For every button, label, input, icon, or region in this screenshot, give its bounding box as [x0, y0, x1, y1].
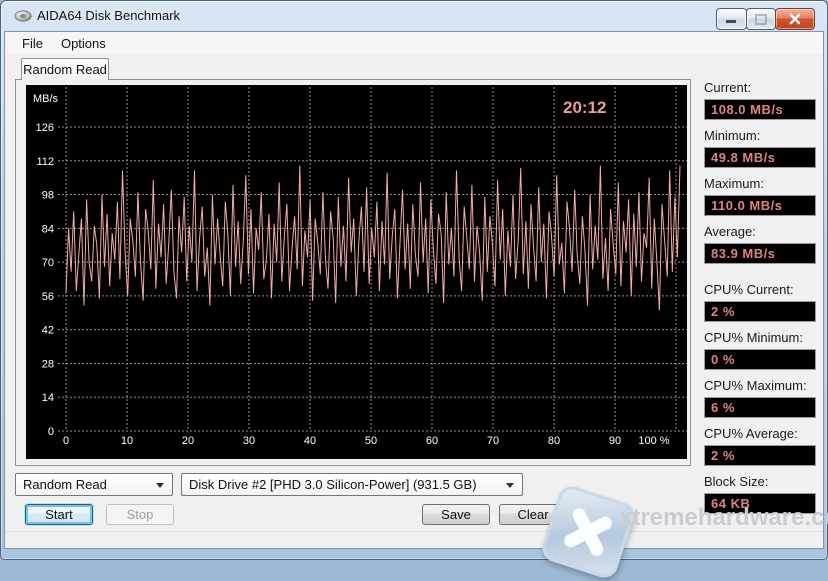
app-icon	[14, 10, 32, 22]
stat-group: Minimum: 49.8 MB/s	[704, 128, 816, 168]
tab-random-read[interactable]: Random Read	[21, 58, 109, 80]
stop-button: Stop	[106, 504, 174, 525]
stat-label: CPU% Minimum:	[704, 330, 803, 345]
stat-label: Minimum:	[704, 128, 761, 143]
maximize-icon	[755, 14, 767, 25]
svg-text:28: 28	[42, 358, 54, 370]
stat-value: 6 %	[704, 397, 816, 418]
stat-label: CPU% Current:	[704, 282, 794, 297]
stat-group: CPU% Average: 2 %	[704, 426, 816, 466]
window-title: AIDA64 Disk Benchmark	[37, 8, 181, 23]
close-icon	[789, 13, 801, 25]
svg-text:60: 60	[426, 435, 438, 447]
stat-group: Maximum: 110.0 MB/s	[704, 176, 816, 216]
stat-value: 83.9 MB/s	[704, 243, 816, 264]
test-type-value: Random Read	[23, 477, 107, 492]
menu-item-options[interactable]: Options	[52, 34, 115, 53]
app-window: AIDA64 Disk Benchmark File Options Random…	[0, 0, 828, 581]
stat-group: CPU% Minimum: 0 %	[704, 330, 816, 370]
watermark-text: xtremehardware.com	[619, 504, 828, 531]
disk-drive-value: Disk Drive #2 [PHD 3.0 Silicon-Power] (9…	[189, 477, 477, 492]
stat-value: 2 %	[704, 301, 816, 322]
chart-svg: 0 14 28 42 56 70 84 98 112 126 0 10 20 30 40 50 60 70 80 90…	[33, 87, 687, 447]
svg-text:126: 126	[36, 122, 54, 134]
svg-text:80: 80	[548, 435, 560, 447]
stat-group: Average: 83.9 MB/s	[704, 224, 816, 264]
chevron-down-icon	[506, 483, 514, 488]
minimize-button[interactable]	[716, 8, 747, 30]
svg-text:70: 70	[42, 257, 54, 269]
svg-text:20:12: 20:12	[563, 98, 606, 117]
stat-value: 108.0 MB/s	[704, 99, 816, 120]
stat-label: Maximum:	[704, 176, 764, 191]
svg-text:112: 112	[36, 156, 54, 168]
benchmark-chart: 0 14 28 42 56 70 84 98 112 126 0 10 20 30 40 50 60 70 80 90…	[26, 85, 687, 459]
svg-text:56: 56	[42, 291, 54, 303]
close-button[interactable]	[775, 8, 815, 30]
stat-value: 110.0 MB/s	[704, 195, 816, 216]
svg-text:10: 10	[121, 435, 133, 447]
svg-text:40: 40	[304, 435, 316, 447]
stat-value: 2 %	[704, 445, 816, 466]
start-button[interactable]: Start	[25, 504, 93, 525]
menu-bar: File Options	[5, 32, 823, 54]
stat-label: CPU% Average:	[704, 426, 798, 441]
svg-text:84: 84	[42, 223, 54, 235]
svg-text:20: 20	[182, 435, 194, 447]
stat-group: CPU% Maximum: 6 %	[704, 378, 816, 418]
stat-value: 49.8 MB/s	[704, 147, 816, 168]
stat-value: 0 %	[704, 349, 816, 370]
stat-label: Current:	[704, 80, 751, 95]
disk-drive-dropdown[interactable]: Disk Drive #2 [PHD 3.0 Silicon-Power] (9…	[181, 473, 523, 496]
svg-text:90: 90	[609, 435, 621, 447]
svg-text:70: 70	[487, 435, 499, 447]
menu-item-file[interactable]: File	[13, 34, 52, 53]
svg-text:14: 14	[42, 392, 54, 404]
svg-text:0: 0	[63, 435, 69, 447]
svg-text:42: 42	[42, 325, 54, 337]
stat-group: CPU% Current: 2 %	[704, 282, 816, 322]
svg-text:100 %: 100 %	[638, 435, 669, 447]
chevron-down-icon	[156, 483, 164, 488]
stat-label: Block Size:	[704, 474, 769, 489]
maximize-button[interactable]	[746, 8, 776, 30]
svg-text:MB/s: MB/s	[33, 93, 59, 105]
throughput-line	[65, 165, 681, 311]
save-button[interactable]: Save	[422, 504, 490, 525]
title-bar[interactable]: AIDA64 Disk Benchmark	[1, 1, 827, 31]
stat-label: CPU% Maximum:	[704, 378, 807, 393]
svg-text:0: 0	[48, 426, 54, 438]
stat-group: Current: 108.0 MB/s	[704, 80, 816, 120]
minimize-icon	[726, 20, 736, 23]
svg-text:30: 30	[243, 435, 255, 447]
stat-label: Average:	[704, 224, 756, 239]
svg-text:50: 50	[365, 435, 377, 447]
svg-text:98: 98	[42, 190, 54, 202]
test-type-dropdown[interactable]: Random Read	[15, 473, 173, 496]
